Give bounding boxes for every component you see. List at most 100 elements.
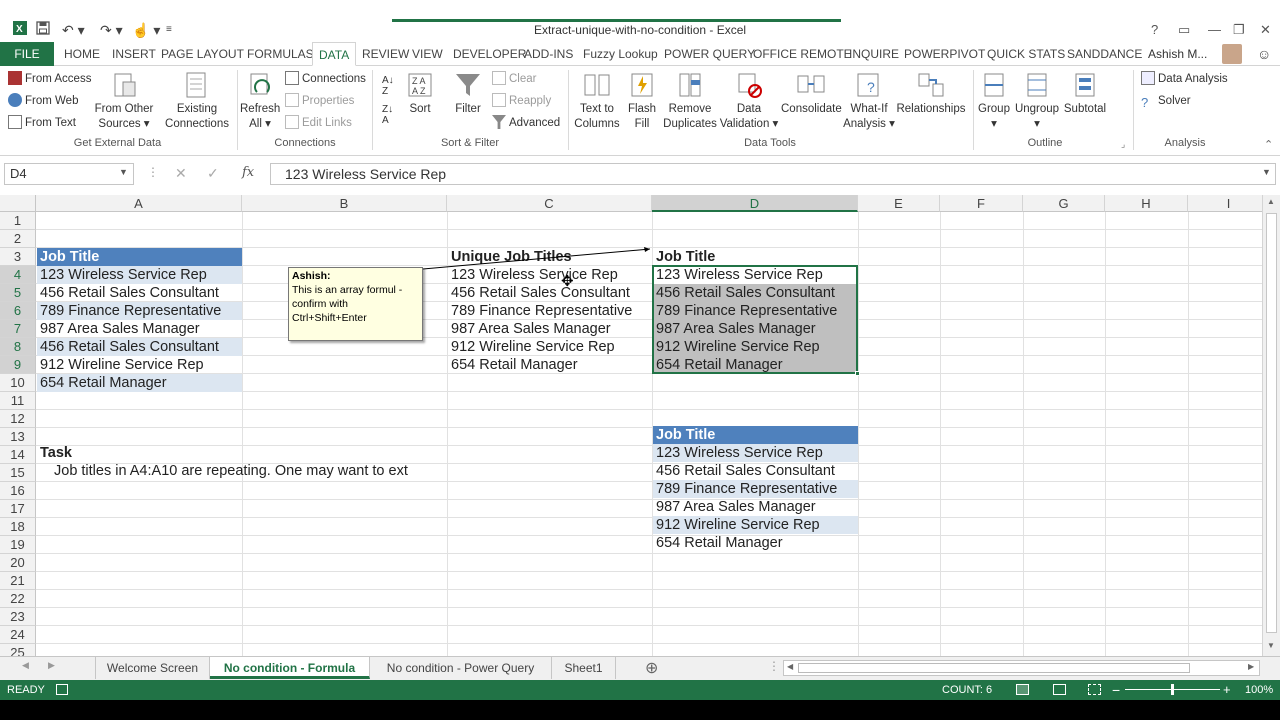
- tab-powerpivot[interactable]: POWERPIVOT: [904, 42, 985, 66]
- relationships-button[interactable]: Relationships: [896, 70, 966, 117]
- cell-d13[interactable]: Job Title: [653, 426, 858, 444]
- from-access-button[interactable]: From Access: [8, 71, 91, 87]
- cell-a15[interactable]: Job titles in A4:A10 are repeating. One …: [37, 462, 447, 480]
- row-header-5[interactable]: 5: [0, 284, 36, 302]
- row-header-3[interactable]: 3: [0, 248, 36, 266]
- from-other-sources-button[interactable]: From Other Sources ▾: [92, 70, 156, 132]
- page-break-view-icon[interactable]: [1088, 684, 1101, 695]
- sheet-tab-no-condition-power-query[interactable]: No condition - Power Query: [370, 657, 552, 679]
- user-name[interactable]: Ashish M...: [1148, 42, 1207, 66]
- row-header-23[interactable]: 23: [0, 608, 36, 626]
- cell-c5[interactable]: 456 Retail Sales Consultant: [448, 284, 652, 302]
- cell-d14[interactable]: 123 Wireless Service Rep: [653, 444, 858, 462]
- cell-d19[interactable]: 654 Retail Manager: [653, 534, 858, 552]
- scroll-down-icon[interactable]: ▼: [1267, 641, 1275, 650]
- row-header-1[interactable]: 1: [0, 212, 36, 230]
- close-icon[interactable]: ✕: [1260, 20, 1271, 40]
- zoom-slider-thumb[interactable]: [1171, 684, 1174, 695]
- cell-a4[interactable]: 123 Wireless Service Rep: [37, 266, 242, 284]
- minimize-icon[interactable]: —: [1208, 20, 1221, 40]
- name-box-dropdown-icon[interactable]: ▼: [119, 167, 128, 177]
- data-analysis-button[interactable]: Data Analysis: [1141, 71, 1228, 87]
- scroll-thumb[interactable]: [1266, 213, 1277, 633]
- outline-dialog-launcher-icon[interactable]: ⌟: [1121, 139, 1125, 150]
- splitter-icon[interactable]: ⋮: [768, 659, 780, 673]
- subtotal-button[interactable]: Subtotal: [1062, 70, 1108, 117]
- tab-formulas[interactable]: FORMULAS: [247, 42, 314, 66]
- col-header-d[interactable]: D: [652, 195, 858, 212]
- cell-a8[interactable]: 456 Retail Sales Consultant: [37, 338, 242, 356]
- cell-comment[interactable]: Ashish: This is an array formul - confir…: [288, 267, 423, 341]
- col-header-c[interactable]: C: [447, 195, 652, 212]
- row-header-24[interactable]: 24: [0, 626, 36, 644]
- tab-sanddance[interactable]: SANDDANCE: [1067, 42, 1142, 66]
- new-sheet-icon[interactable]: ⊕: [645, 658, 658, 678]
- next-sheet-icon[interactable]: ▶: [48, 660, 55, 671]
- row-header-8[interactable]: 8: [0, 338, 36, 356]
- formula-input[interactable]: 123 Wireless Service Rep: [270, 163, 1276, 185]
- col-header-b[interactable]: B: [242, 195, 447, 212]
- tab-insert[interactable]: INSERT: [112, 42, 156, 66]
- tab-home[interactable]: HOME: [64, 42, 100, 66]
- cell-c7[interactable]: 987 Area Sales Manager: [448, 320, 652, 338]
- col-header-h[interactable]: H: [1105, 195, 1188, 212]
- enter-icon[interactable]: ✓: [207, 165, 219, 182]
- cell-d17[interactable]: 987 Area Sales Manager: [653, 498, 858, 516]
- existing-connections-button[interactable]: Existing Connections: [160, 70, 234, 132]
- vertical-scrollbar[interactable]: ▲ ▼: [1262, 195, 1280, 656]
- flash-fill-button[interactable]: Flash Fill: [625, 70, 659, 132]
- horizontal-scrollbar[interactable]: ◀ ▶: [783, 660, 1260, 676]
- cell-c8[interactable]: 912 Wireline Service Rep: [448, 338, 652, 356]
- zoom-in-icon[interactable]: +: [1223, 680, 1231, 700]
- row-header-11[interactable]: 11: [0, 392, 36, 410]
- cell-a10[interactable]: 654 Retail Manager: [37, 374, 242, 392]
- sort-za-button[interactable]: Z↓ A: [382, 104, 393, 126]
- ungroup-button[interactable]: Ungroup ▾: [1014, 70, 1060, 132]
- row-header-17[interactable]: 17: [0, 500, 36, 518]
- restore-icon[interactable]: ❐: [1233, 20, 1245, 40]
- row-header-2[interactable]: 2: [0, 230, 36, 248]
- filter-button[interactable]: Filter: [448, 70, 488, 117]
- what-if-analysis-button[interactable]: ? What-If Analysis ▾: [843, 70, 895, 132]
- fill-handle[interactable]: [855, 371, 860, 376]
- tab-developer[interactable]: DEVELOPER: [453, 42, 526, 66]
- tab-fuzzy-lookup[interactable]: Fuzzy Lookup: [583, 42, 658, 66]
- tab-data[interactable]: DATA: [312, 42, 357, 66]
- sheet-tab-welcome[interactable]: Welcome Screen: [95, 657, 210, 679]
- prev-sheet-icon[interactable]: ◀: [22, 660, 29, 671]
- cell-d18[interactable]: 912 Wireline Service Rep: [653, 516, 858, 534]
- tab-power-query[interactable]: POWER QUERY: [664, 42, 755, 66]
- col-header-e[interactable]: E: [858, 195, 940, 212]
- data-validation-button[interactable]: Data Validation ▾: [719, 70, 779, 132]
- tab-inquire[interactable]: INQUIRE: [849, 42, 899, 66]
- macro-record-icon[interactable]: [56, 684, 68, 695]
- consolidate-button[interactable]: Consolidate: [781, 70, 842, 117]
- row-header-6[interactable]: 6: [0, 302, 36, 320]
- tab-review[interactable]: REVIEW: [362, 42, 409, 66]
- connections-button[interactable]: Connections: [285, 71, 366, 87]
- cancel-icon[interactable]: ✕: [175, 165, 187, 182]
- remove-duplicates-button[interactable]: Remove Duplicates: [661, 70, 719, 132]
- row-header-15[interactable]: 15: [0, 464, 36, 482]
- tab-file[interactable]: FILE: [0, 42, 54, 66]
- zoom-out-icon[interactable]: −: [1112, 680, 1120, 700]
- select-all-corner[interactable]: [0, 195, 36, 212]
- row-header-16[interactable]: 16: [0, 482, 36, 500]
- clear-button[interactable]: Clear: [492, 71, 536, 87]
- avatar[interactable]: [1222, 44, 1242, 64]
- ribbon-display-icon[interactable]: ▭: [1178, 20, 1190, 40]
- refresh-all-button[interactable]: Refresh All ▾: [240, 70, 280, 132]
- row-header-20[interactable]: 20: [0, 554, 36, 572]
- scroll-left-icon[interactable]: ◀: [787, 662, 793, 671]
- row-header-18[interactable]: 18: [0, 518, 36, 536]
- cell-a6[interactable]: 789 Finance Representative: [37, 302, 242, 320]
- insert-function-icon[interactable]: fx: [242, 165, 254, 180]
- col-header-i[interactable]: I: [1188, 195, 1262, 212]
- sheet-tab-no-condition-formula[interactable]: No condition - Formula: [210, 657, 370, 679]
- sheet-tab-sheet1[interactable]: Sheet1: [552, 657, 616, 679]
- name-box[interactable]: D4: [4, 163, 134, 185]
- text-to-columns-button[interactable]: Text to Columns: [573, 70, 621, 132]
- cell-d16[interactable]: 789 Finance Representative: [653, 480, 858, 498]
- from-text-button[interactable]: From Text: [8, 115, 76, 131]
- cell-d15[interactable]: 456 Retail Sales Consultant: [653, 462, 858, 480]
